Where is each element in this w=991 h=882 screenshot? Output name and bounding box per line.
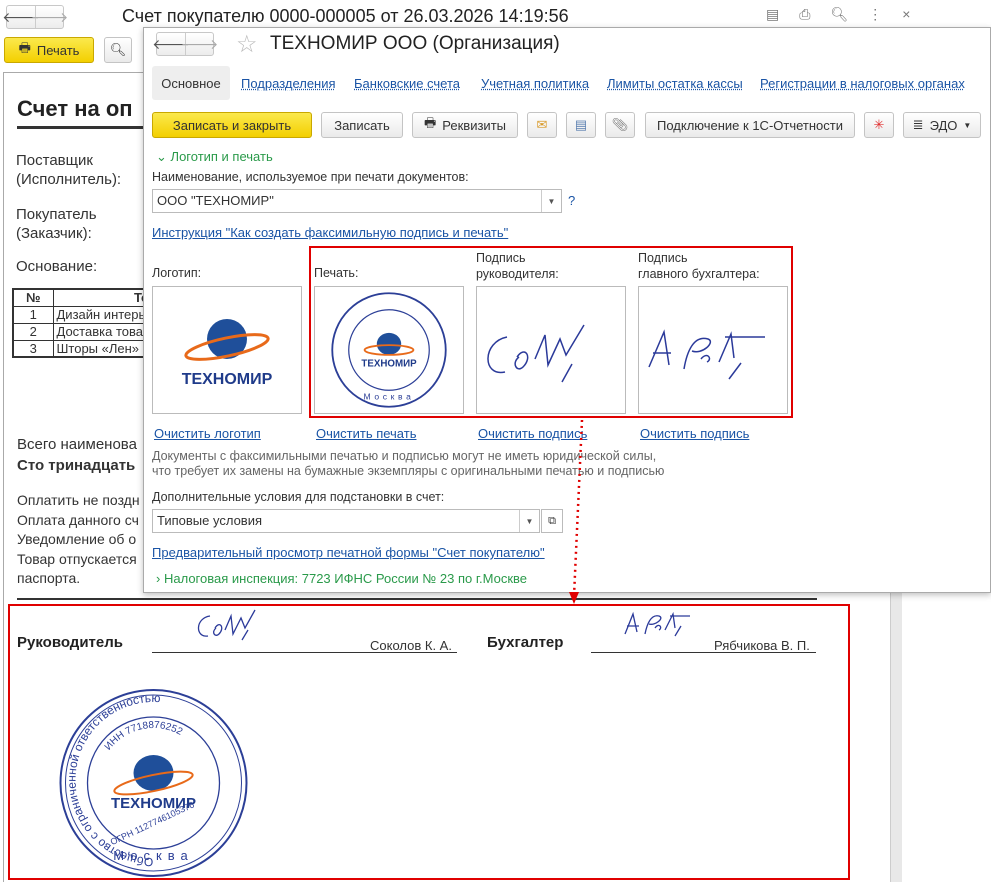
- table-row: 2 Доставка това: [12, 322, 162, 341]
- tab-main[interactable]: Основное: [152, 66, 230, 100]
- print-icon[interactable]: ⎙: [799, 6, 810, 23]
- highlight-facsimile: [309, 246, 793, 418]
- col-number: №: [12, 288, 54, 307]
- term: паспорта.: [17, 570, 81, 586]
- tax-section-toggle[interactable]: › Налоговая инспекция: 7723 ИФНС России …: [156, 571, 527, 586]
- preview-button[interactable]: 🔍︎: [104, 37, 132, 63]
- envelope-icon: ✉: [536, 117, 548, 132]
- edo-button[interactable]: ≣ ЭДО ▼: [903, 112, 981, 138]
- forward-button[interactable]: 🡒: [31, 6, 68, 28]
- edo-icon: ≣: [912, 117, 924, 132]
- logo-globe-icon: [184, 319, 270, 361]
- supplier-label2: (Исполнитель):: [16, 171, 122, 188]
- label: Подключение к 1С-Отчетности: [656, 117, 843, 133]
- buyer-label: Покупатель: [16, 206, 97, 223]
- logo-brand: ТЕХНОМИР: [181, 371, 273, 388]
- cell: 2: [12, 322, 54, 341]
- name-value: ООО "ТЕХНОМИР": [157, 193, 274, 208]
- attach-button[interactable]: 📎︎: [605, 112, 635, 138]
- save-and-close-button[interactable]: Записать и закрыть: [152, 112, 312, 138]
- requisites-button[interactable]: 🖶 Реквизиты: [412, 112, 518, 138]
- conditions-input[interactable]: Типовые условия ▼: [152, 509, 540, 533]
- items-table: №Тов 1Дизайн интерь 2Доставка това 3Штор…: [12, 288, 162, 358]
- label: Реквизиты: [442, 117, 506, 133]
- cell: 3: [12, 339, 54, 358]
- print-label: Печать: [36, 42, 80, 58]
- open-icon[interactable]: ⧉: [541, 509, 563, 533]
- term: Оплатить не поздн: [17, 492, 140, 508]
- label: ЭДО: [929, 117, 958, 133]
- section-logo-toggle[interactable]: ⌄ Логотип и печать: [156, 149, 273, 165]
- divider: [17, 126, 147, 129]
- print-button[interactable]: 🖶 Печать: [4, 37, 94, 63]
- section-label: Логотип и печать: [170, 149, 273, 164]
- conditions-label: Дополнительные условия для подстановки в…: [152, 490, 445, 504]
- term: Оплата данного сч: [17, 511, 139, 528]
- printer-icon: 🖶: [18, 40, 31, 55]
- divider: [17, 598, 817, 600]
- more-icon[interactable]: ⋮: [868, 6, 882, 23]
- close-icon[interactable]: ×: [902, 6, 910, 23]
- paperclip-icon: 📎︎: [611, 117, 629, 132]
- chevron-down-icon: ⌄: [156, 149, 167, 164]
- doc-heading: Счет на оп: [17, 96, 133, 121]
- chevron-down-icon: ▼: [963, 120, 972, 130]
- label: Записать: [334, 117, 390, 133]
- printer-icon: 🖶: [424, 115, 437, 130]
- forward-button[interactable]: 🡒: [181, 33, 218, 55]
- buyer-label2: (Заказчик):: [16, 225, 92, 242]
- tab-bank-accounts[interactable]: Банковские счета: [354, 76, 460, 91]
- list-button[interactable]: ▤: [566, 112, 596, 138]
- logo-label: Логотип:: [152, 266, 202, 280]
- connect-reporting-button[interactable]: Подключение к 1С-Отчетности: [645, 112, 855, 138]
- help-icon[interactable]: ?: [568, 193, 575, 208]
- save-icon[interactable]: ▤: [766, 6, 779, 23]
- name-label: Наименование, используемое при печати до…: [152, 170, 469, 184]
- dropdown-icon[interactable]: ▼: [541, 190, 561, 212]
- tab-cash-limits[interactable]: Лимиты остатка кассы: [607, 76, 743, 91]
- name-input[interactable]: ООО "ТЕХНОМИР" ▼: [152, 189, 562, 213]
- asterisk-icon: ✳: [873, 117, 885, 132]
- total-words: Сто тринадцать: [17, 457, 136, 474]
- preview-icon[interactable]: 🔍︎: [830, 6, 848, 23]
- preview-link[interactable]: Предварительный просмотр печатной формы …: [152, 545, 545, 560]
- total-line: Всего наименова: [17, 436, 137, 453]
- conditions-value: Типовые условия: [157, 513, 263, 528]
- tab-tax-registrations[interactable]: Регистрации в налоговых органах: [760, 76, 965, 91]
- dotted-arrow: [569, 419, 584, 604]
- dropdown-icon[interactable]: ▼: [519, 510, 539, 532]
- chevron-right-icon: ›: [156, 571, 161, 586]
- instruction-link[interactable]: Инструкция "Как создать факсимильную под…: [152, 225, 508, 240]
- logo-image[interactable]: ТЕХНОМИР: [152, 286, 302, 414]
- tab-accounting-policy[interactable]: Учетная политика: [481, 76, 589, 91]
- org-title: ТЕХНОМИР ООО (Организация): [270, 33, 560, 54]
- term: Товар отпускается: [17, 550, 137, 567]
- clear-logo-link[interactable]: Очистить логотип: [154, 426, 261, 441]
- window-title: Счет покупателю 0000-000005 от 26.03.202…: [122, 6, 569, 26]
- clear-accountant-sign-link[interactable]: Очистить подпись: [640, 426, 749, 441]
- table-row: 1 Дизайн интерь: [12, 305, 162, 324]
- organization-window: 🡐 🡒 ☆ ТЕХНОМИР ООО (Организация) Основное…: [143, 27, 991, 593]
- favorite-star-icon[interactable]: ☆: [236, 30, 258, 59]
- org-nav: 🡐 🡒: [152, 32, 218, 56]
- term: Уведомление об о: [17, 531, 137, 547]
- table-row: 3 Шторы «Лен»: [12, 339, 162, 358]
- tab-label: Основное: [161, 75, 221, 91]
- list-icon: ▤: [574, 117, 588, 132]
- tab-divisions[interactable]: Подразделения: [241, 76, 336, 91]
- save-button[interactable]: Записать: [321, 112, 403, 138]
- supplier-label: Поставщик: [16, 152, 93, 169]
- cell: 1: [12, 305, 54, 324]
- outer-nav: 🡐 🡒: [2, 5, 68, 29]
- clear-stamp-link[interactable]: Очистить печать: [316, 426, 416, 441]
- email-button[interactable]: ✉: [527, 112, 557, 138]
- spark-button[interactable]: ✳: [864, 112, 894, 138]
- label: Записать и закрыть: [172, 117, 292, 133]
- basis-label: Основание:: [16, 258, 98, 275]
- highlight-print-form: [8, 604, 850, 880]
- section-label: Налоговая инспекция: 7723 ИФНС России № …: [163, 571, 528, 586]
